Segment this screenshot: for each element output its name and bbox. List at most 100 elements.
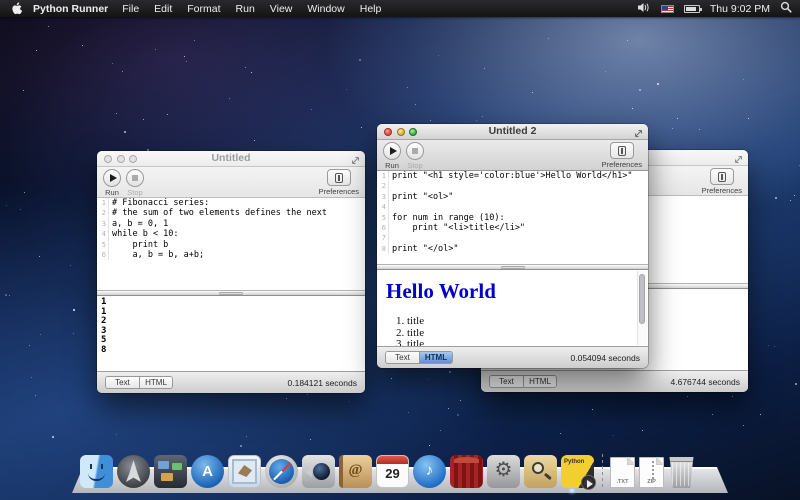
app-store-icon[interactable]: A (191, 455, 224, 488)
line-number: 1 (97, 198, 109, 208)
menu-items: File Edit Format Run View Window Help (122, 3, 381, 15)
stop-button[interactable]: Stop (406, 142, 424, 170)
launchpad-icon[interactable] (117, 455, 150, 488)
splitter-handle-icon (219, 292, 243, 295)
menu-item[interactable]: Window (307, 3, 344, 15)
minimize-button[interactable] (117, 155, 125, 163)
scrollbar-track[interactable] (637, 271, 647, 345)
safari-icon[interactable] (265, 455, 298, 488)
output-mode-segmented-control: Text HTML (385, 351, 453, 364)
mail-icon[interactable] (228, 455, 261, 488)
window-title-bar[interactable]: Untitled (97, 151, 365, 167)
text-output: 112358 (97, 296, 365, 356)
zoom-button[interactable] (409, 128, 417, 136)
menu-item[interactable]: File (122, 3, 139, 15)
output-mode-segmented-control: Text HTML (489, 375, 557, 388)
line-number: 8 (377, 244, 389, 254)
code-line: 1 # Fibonacci series: (97, 198, 365, 208)
spotlight-icon[interactable] (780, 1, 792, 16)
window-title: Untitled (211, 152, 250, 164)
trash-icon[interactable] (668, 457, 695, 488)
list-item: title (407, 328, 648, 340)
splitter-handle-icon (501, 266, 525, 269)
window-toolbar: Run Stop Preferences (97, 167, 365, 198)
html-mode-button[interactable]: HTML (523, 376, 556, 387)
rendered-ordered-list: titletitletitletitletitletitle (407, 316, 648, 346)
volume-icon[interactable] (638, 2, 651, 16)
line-number: 5 (97, 240, 109, 250)
minimize-button[interactable] (397, 128, 405, 136)
stop-button[interactable]: Stop (126, 169, 144, 197)
line-number: 3 (377, 192, 389, 202)
photo-booth-icon[interactable] (450, 455, 483, 488)
window-toolbar: Run Stop Preferences (377, 140, 648, 171)
output-pane: Hello World titletitletitletitletitletit… (377, 270, 648, 346)
itunes-icon[interactable]: ♪ (413, 455, 446, 488)
txt-document-icon[interactable]: .TXT (610, 457, 635, 488)
menu-item[interactable]: Edit (154, 3, 172, 15)
scrollbar-thumb[interactable] (639, 274, 645, 324)
play-icon (390, 147, 397, 155)
preview-icon[interactable] (524, 455, 557, 488)
output-line: 3 (101, 327, 365, 337)
output-line: 8 (101, 346, 365, 356)
text-mode-button[interactable]: Text (106, 377, 139, 388)
preferences-icon (618, 146, 626, 156)
apple-menu-icon[interactable] (12, 2, 23, 15)
window-title: Untitled 2 (489, 125, 537, 137)
menu-bar-clock[interactable]: Thu 9:02 PM (710, 3, 770, 15)
expand-icon[interactable] (634, 128, 643, 137)
preferences-button[interactable]: Preferences (702, 168, 742, 195)
close-button[interactable] (104, 155, 112, 163)
menu-item[interactable]: Run (236, 3, 255, 15)
running-app-indicator (570, 489, 574, 492)
list-item: title (407, 316, 648, 328)
facetime-icon[interactable] (302, 455, 335, 488)
dock-separator (598, 452, 606, 488)
line-number: 1 (377, 171, 389, 181)
code-line: 4 (377, 202, 648, 212)
output-pane: 112358 (97, 296, 365, 371)
output-mode-segmented-control: Text HTML (105, 376, 173, 389)
window-status-bar: Text HTML 0.054094 seconds (377, 346, 648, 368)
menu-item[interactable]: Format (187, 3, 220, 15)
code-line: 6 print "<li>title</li>" (377, 223, 648, 233)
window-title-bar[interactable]: Untitled 2 (377, 124, 648, 140)
keyboard-layout-flag-icon[interactable] (661, 5, 674, 13)
code-line: 5 for num in range (10): (377, 213, 648, 223)
html-mode-button[interactable]: HTML (419, 352, 452, 363)
line-number: 4 (97, 229, 109, 239)
expand-icon[interactable] (734, 154, 743, 163)
window-status-bar: Text HTML 0.184121 seconds (97, 371, 365, 393)
zoom-button[interactable] (129, 155, 137, 163)
code-editor[interactable]: 1 print "<h1 style='color:blue'>Hello Wo… (377, 171, 648, 264)
python-runner-dock-icon[interactable]: Python (561, 455, 594, 488)
battery-icon[interactable] (684, 5, 700, 13)
menu-item[interactable]: Help (360, 3, 382, 15)
zip-document-icon[interactable]: ZIP (639, 457, 664, 488)
text-mode-button[interactable]: Text (386, 352, 419, 363)
calendar-icon[interactable]: 29 (376, 455, 409, 488)
finder-icon[interactable] (80, 455, 113, 488)
close-button[interactable] (384, 128, 392, 136)
active-app-name[interactable]: Python Runner (33, 3, 108, 15)
code-editor[interactable]: 1 # Fibonacci series: 2 # the sum of two… (97, 198, 365, 290)
preferences-icon (718, 172, 726, 182)
run-button[interactable]: Run (383, 142, 401, 170)
system-preferences-icon[interactable]: ⚙ (487, 455, 520, 488)
text-mode-button[interactable]: Text (490, 376, 523, 387)
mission-control-icon[interactable] (154, 455, 187, 488)
run-button[interactable]: Run (103, 169, 121, 197)
html-mode-button[interactable]: HTML (139, 377, 172, 388)
address-book-icon[interactable]: @ (339, 455, 372, 488)
rendered-heading: Hello World (386, 279, 648, 304)
preferences-button[interactable]: Preferences (602, 142, 642, 169)
preferences-button[interactable]: Preferences (319, 169, 359, 196)
code-line: 6 a, b = b, a+b; (97, 250, 365, 260)
code-line: 7 (377, 233, 648, 243)
code-line: 1 print "<h1 style='color:blue'>Hello Wo… (377, 171, 648, 181)
line-number: 6 (97, 250, 109, 260)
expand-icon[interactable] (351, 155, 360, 164)
menu-bar: Python Runner File Edit Format Run View Windo… (0, 0, 800, 17)
menu-item[interactable]: View (270, 3, 293, 15)
